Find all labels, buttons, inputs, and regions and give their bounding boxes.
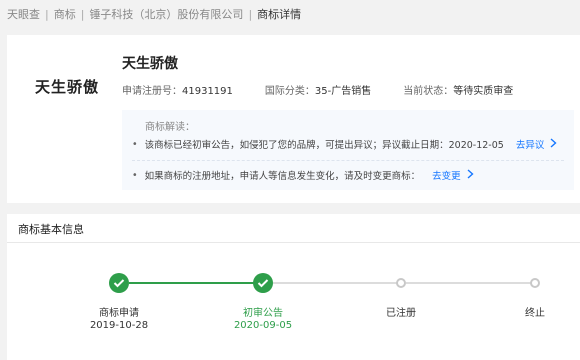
trademark-logo: 天生骄傲 xyxy=(35,78,100,96)
reg-no-label: 申请注册号： xyxy=(122,86,182,97)
basic-info-card: 商标基本信息 商标申请 2019-10-28 初审公告 2020-09-05 已… xyxy=(7,214,580,360)
progress-track-pending xyxy=(406,282,532,284)
trademark-meta: 申请注册号：41931191 国际分类：35-广告销售 当前状态：等待实质审查 xyxy=(122,82,545,97)
check-icon xyxy=(113,279,125,288)
breadcrumb-separator: | xyxy=(45,7,49,21)
check-icon xyxy=(257,279,269,288)
breadcrumb-item-company[interactable]: 锤子科技（北京）股份有限公司 xyxy=(89,6,243,22)
chevron-right-icon[interactable] xyxy=(467,168,474,182)
step-label: 已注册 xyxy=(386,308,416,319)
breadcrumb: 天眼查 | 商标 | 锤子科技（北京）股份有限公司 | 商标详情 xyxy=(7,6,301,22)
breadcrumb-separator: | xyxy=(80,7,85,21)
step-date: 2020-09-05 xyxy=(233,320,293,331)
notice-item-opposition: • 该商标已经初审公告，如侵犯了您的品牌，可提出异议；异议截止日期：2020-1… xyxy=(132,137,557,151)
progress-track-pending xyxy=(273,282,399,284)
step-date: 2019-10-28 xyxy=(89,320,149,331)
step-node-done xyxy=(253,273,273,293)
status-label: 当前状态： xyxy=(403,86,454,97)
trademark-notice-box: 商标解读： • 该商标已经初审公告，如侵犯了您的品牌，可提出异议；异议截止日期：… xyxy=(122,110,574,190)
class-field: 国际分类：35-广告销售 xyxy=(265,82,371,97)
breadcrumb-item-current: 商标详情 xyxy=(257,8,302,21)
section-divider xyxy=(7,242,580,243)
status-field: 当前状态：等待实质审查 xyxy=(403,82,513,97)
change-link[interactable]: 去变更 xyxy=(432,168,461,182)
step-node-done xyxy=(109,273,129,293)
step-node-pending xyxy=(530,278,540,288)
class-label: 国际分类： xyxy=(264,86,315,97)
notice-title: 商标解读： xyxy=(145,122,195,133)
step-label: 终止 xyxy=(525,308,545,319)
notice-divider xyxy=(132,160,564,161)
reg-no-field: 申请注册号：41931191 xyxy=(122,82,233,97)
oppose-link[interactable]: 去异议 xyxy=(516,137,545,151)
section-title: 商标基本信息 xyxy=(18,223,84,236)
notice-item-text: 如果商标的注册地址，申请人等信息发生变化，请及时变更商标： xyxy=(144,171,421,182)
step-node-pending xyxy=(396,278,406,288)
notice-item-text: 该商标已经初审公告，如侵犯了您的品牌，可提出异议；异议截止日期：2020-12-… xyxy=(144,140,504,151)
breadcrumb-item-trademark[interactable]: 商标 xyxy=(54,6,76,22)
step-label: 商标申请 xyxy=(99,308,139,319)
status-value: 等待实质审查 xyxy=(453,86,514,97)
breadcrumb-separator: | xyxy=(248,7,253,21)
breadcrumb-item-home[interactable]: 天眼查 xyxy=(7,6,40,22)
trademark-name: 天生骄傲 xyxy=(122,56,178,72)
reg-no-value: 41931191 xyxy=(182,86,233,97)
trademark-summary-card: 天生骄傲 天生骄傲 申请注册号：41931191 国际分类：35-广告销售 当前… xyxy=(7,35,580,203)
bullet-icon: • xyxy=(132,138,138,150)
step-label: 初审公告 xyxy=(243,308,283,319)
chevron-right-icon[interactable] xyxy=(550,137,557,151)
progress-track-complete xyxy=(129,282,263,284)
notice-item-change: • 如果商标的注册地址，申请人等信息发生变化，请及时变更商标： 去变更 xyxy=(132,168,474,182)
class-value: 35-广告销售 xyxy=(314,86,372,97)
bullet-icon: • xyxy=(132,169,138,181)
